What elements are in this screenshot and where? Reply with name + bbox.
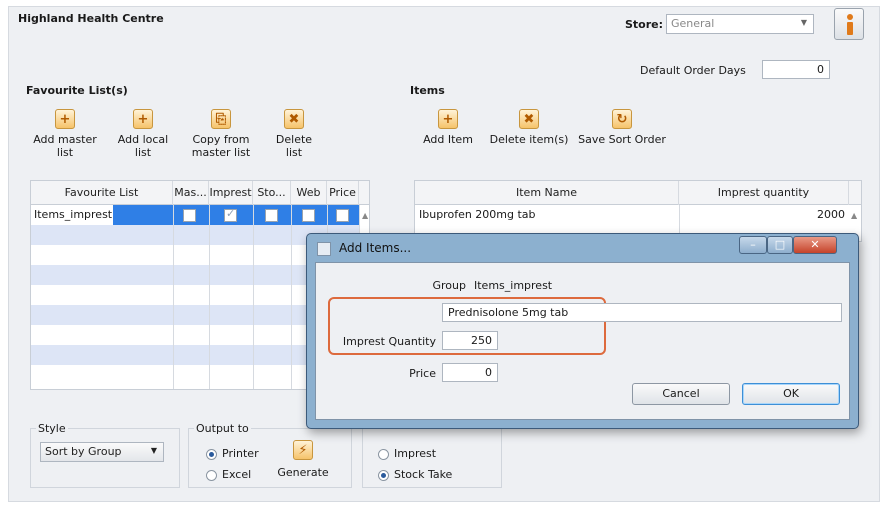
imprest-quantity-input[interactable]: 250 [442, 331, 498, 350]
chevron-down-icon: ▼ [150, 446, 157, 455]
excel-radio-label: Excel [222, 468, 252, 481]
add-icon: + [55, 109, 75, 129]
dialog-title: Add Items... [339, 241, 412, 255]
app-title: Highland Health Centre [18, 12, 164, 25]
dialog-body: Group Items_imprest Item Prednisolone 5m… [315, 262, 850, 420]
price-label: Price [409, 367, 436, 380]
store-select-value: General [671, 17, 715, 30]
master-checkbox[interactable] [183, 209, 196, 222]
save-sort-order-button[interactable]: ↻ Save Sort Order [574, 109, 670, 146]
imprest-radio[interactable] [378, 449, 389, 460]
ok-button[interactable]: OK [742, 383, 840, 405]
generate-button[interactable]: ⚡ Generate [270, 440, 336, 479]
add-item-button[interactable]: + Add Item [418, 109, 478, 146]
window-icon [317, 242, 331, 256]
add-icon: + [133, 109, 153, 129]
delete-list-button[interactable]: ✖ Delete list [266, 109, 322, 159]
column-header-item-name[interactable]: Item Name [415, 181, 679, 205]
item-input[interactable]: Prednisolone 5mg tab [442, 303, 842, 322]
imprest-quantity-label: Imprest Quantity [342, 335, 436, 348]
close-button[interactable]: ✕ [793, 236, 837, 254]
stock-take-radio-label: Stock Take [394, 468, 453, 481]
group-value: Items_imprest [474, 279, 553, 292]
delete-items-button[interactable]: ✖ Delete item(s) [486, 109, 572, 146]
scroll-up-icon[interactable]: ▲ [362, 211, 368, 220]
web-checkbox[interactable] [302, 209, 315, 222]
column-header-favourite-list[interactable]: Favourite List [31, 181, 173, 205]
price-checkbox[interactable] [336, 209, 349, 222]
column-header-imprest-quantity[interactable]: Imprest quantity [679, 181, 849, 205]
items-group-title: Items [410, 84, 445, 97]
info-icon [847, 14, 853, 20]
style-select[interactable]: Sort by Group ▼ [40, 442, 164, 462]
delete-icon: ✖ [519, 109, 539, 129]
favourite-list-name: Items_imprest [34, 208, 113, 221]
favourites-grid-header: Favourite List Mas... Imprest Sto... Web… [31, 181, 369, 205]
add-items-dialog: Add Items... – □ ✕ Group Items_imprest I… [306, 233, 859, 429]
printer-radio[interactable] [206, 449, 217, 460]
excel-radio[interactable] [206, 470, 217, 481]
minimize-button[interactable]: – [739, 236, 767, 254]
column-header-master[interactable]: Mas... [173, 181, 209, 205]
generate-icon: ⚡ [293, 440, 313, 460]
default-order-days-label: Default Order Days [640, 64, 746, 77]
favourites-group-title: Favourite List(s) [26, 84, 128, 97]
chevron-down-icon: ▼ [800, 18, 807, 27]
imprest-checkbox[interactable] [224, 207, 237, 222]
column-header-price[interactable]: Price [327, 181, 359, 205]
info-button[interactable] [834, 8, 864, 40]
save-icon: ↻ [612, 109, 632, 129]
price-input[interactable]: 0 [442, 363, 498, 382]
column-header-stock[interactable]: Sto... [253, 181, 291, 205]
column-header-web[interactable]: Web [291, 181, 327, 205]
add-icon: + [438, 109, 458, 129]
table-row[interactable]: Ibuprofen 200mg tab 2000 [415, 205, 849, 225]
maximize-button[interactable]: □ [767, 236, 793, 254]
store-select[interactable]: General ▼ [666, 14, 814, 34]
scroll-up-icon[interactable]: ▲ [851, 211, 857, 220]
printer-radio-label: Printer [222, 447, 259, 460]
item-name-cell: Ibuprofen 200mg tab [419, 208, 536, 221]
style-label: Style [36, 422, 68, 435]
store-label: Store: [625, 18, 664, 31]
delete-icon: ✖ [284, 109, 304, 129]
cancel-button[interactable]: Cancel [632, 383, 730, 405]
default-order-days-input[interactable]: 0 [762, 60, 830, 79]
stock-take-radio[interactable] [378, 470, 389, 481]
column-header-imprest[interactable]: Imprest [209, 181, 253, 205]
item-qty-cell: 2000 [817, 208, 845, 221]
group-label: Group [432, 279, 467, 292]
imprest-radio-label: Imprest [394, 447, 437, 460]
output-label: Output to [194, 422, 251, 435]
add-local-list-button[interactable]: + Add local list [110, 109, 176, 159]
copy-from-master-list-button[interactable]: ⎘ Copy from master list [186, 109, 256, 159]
copy-icon: ⎘ [211, 109, 231, 129]
add-master-list-button[interactable]: + Add master list [30, 109, 100, 159]
stock-checkbox[interactable] [265, 209, 278, 222]
